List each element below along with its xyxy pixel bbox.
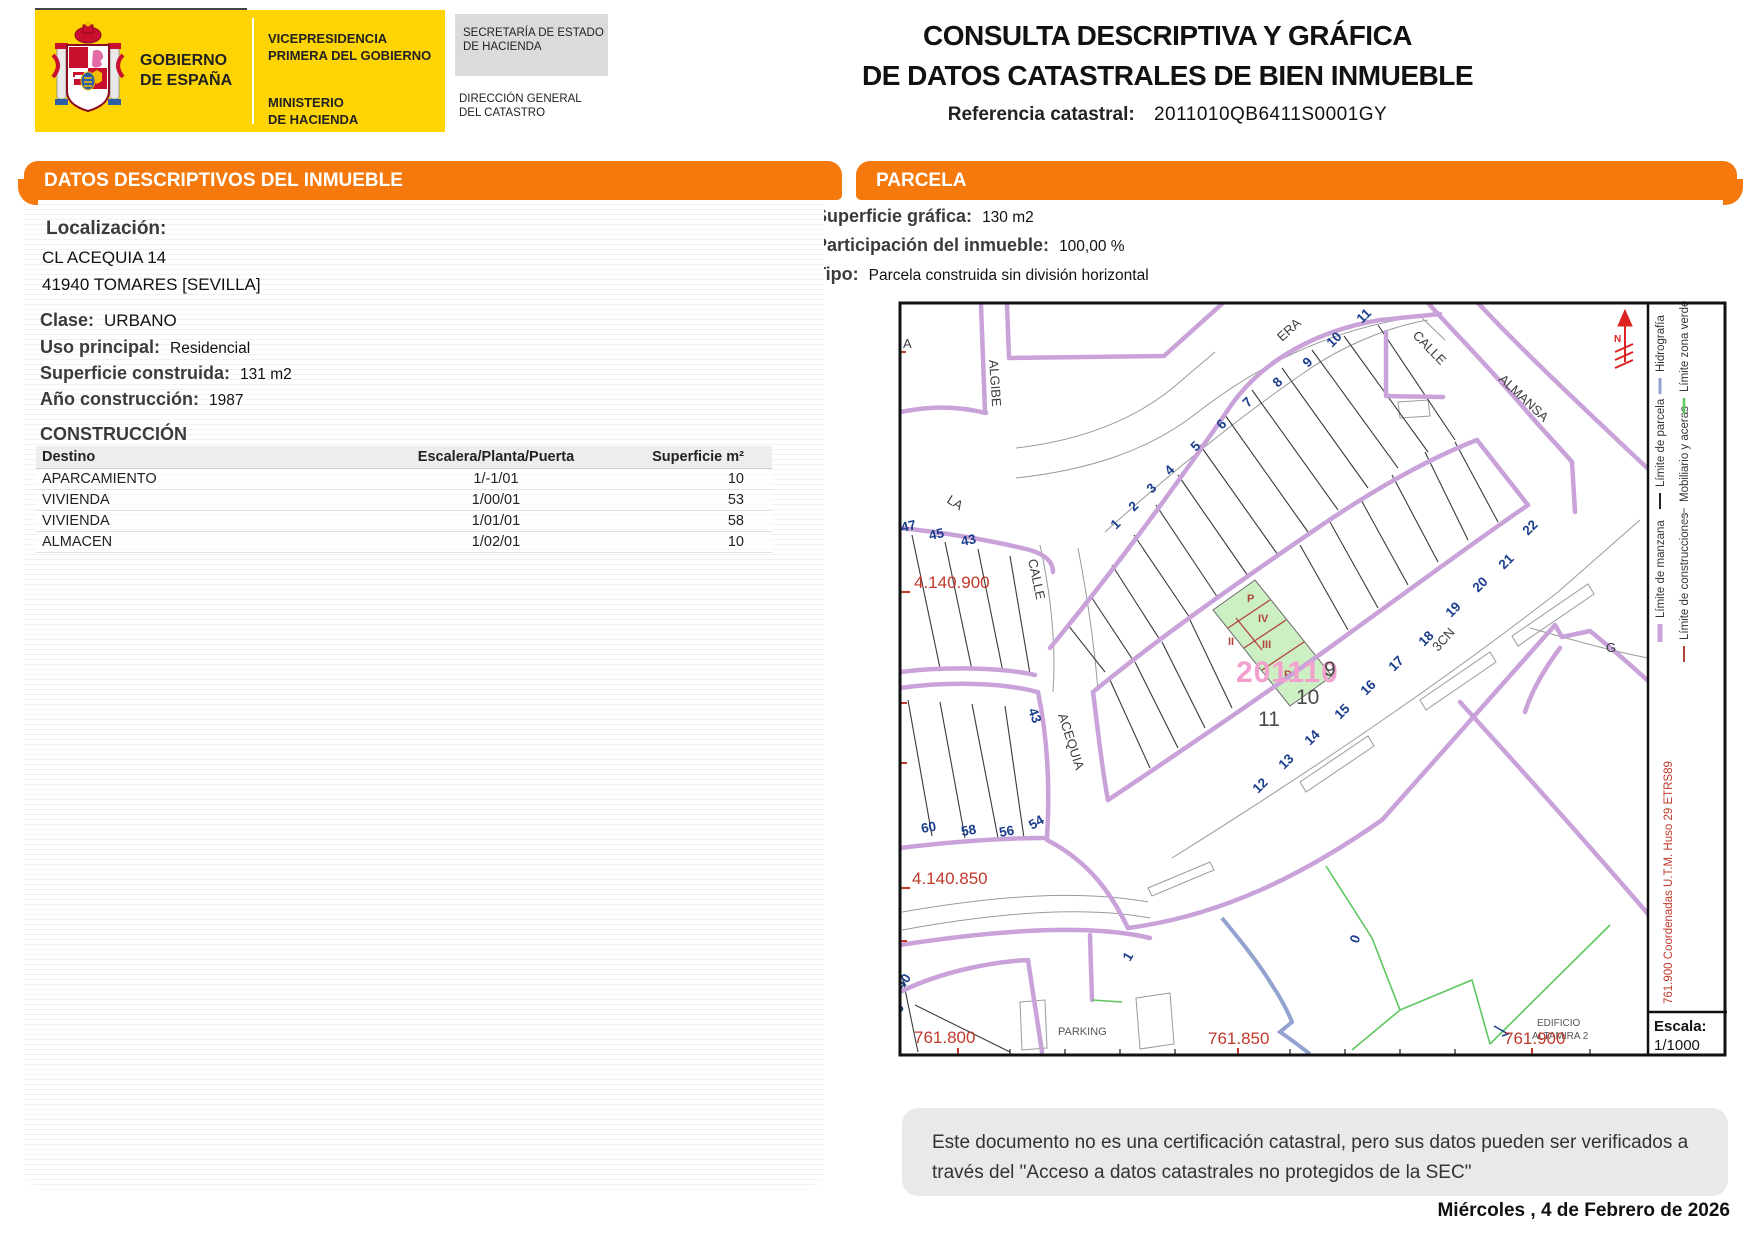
part-label: Participación del inmueble: — [815, 235, 1049, 256]
cadastral-reference: Referencia catastral: 2011010QB6411S0001… — [855, 104, 1480, 126]
col-superficie: Superficie m² — [610, 446, 772, 469]
government-banner: GOBIERNO DE ESPAÑA VICEPRESIDENCIA PRIME… — [35, 10, 445, 132]
disclaimer-text: Este documento no es una certificación c… — [932, 1132, 1688, 1183]
svg-text:N: N — [1614, 334, 1621, 345]
table-row: ALMACEN1/02/0110 — [36, 532, 772, 553]
legend-zona-verde: Límite zona verde — [1679, 301, 1691, 392]
spain-coat-of-arms-icon — [35, 10, 140, 132]
left-section-header: DATOS DESCRIPTIVOS DEL INMUEBLE — [24, 161, 842, 200]
parcela-fields: Superficie gráfica: 130 m2 Participación… — [815, 206, 1515, 293]
clase-label: Clase: — [40, 310, 94, 331]
document-date: Miércoles , 4 de Febrero de 2026 — [1000, 1200, 1730, 1222]
svg-text:9: 9 — [1324, 658, 1336, 681]
construccion-title: CONSTRUCCIÓN — [40, 424, 187, 445]
localizacion-label: Localización: — [46, 218, 166, 240]
svg-text:11: 11 — [1258, 708, 1280, 731]
scale-label: Escala: — [1654, 1018, 1707, 1035]
document-title: CONSULTA DESCRIPTIVA Y GRÁFICA DE DATOS … — [855, 16, 1480, 96]
cadastral-map: P IV II III P — [898, 301, 1729, 1057]
address-line2: 41940 TOMARES [SEVILLA] — [42, 275, 261, 295]
table-header-row: Destino Escalera/Planta/Puerta Superfici… — [36, 446, 772, 469]
construction-table: Destino Escalera/Planta/Puerta Superfici… — [36, 446, 772, 553]
anio-value: 1987 — [209, 392, 243, 410]
table-row: VIVIENDA1/00/0153 — [36, 490, 772, 511]
direccion-catastro-label: DIRECCIÓN GENERAL DEL CATASTRO — [459, 92, 582, 120]
scale-value: 1/1000 — [1654, 1037, 1700, 1054]
label-parking: PARKING — [1058, 1026, 1107, 1038]
tipo-value: Parcela construida sin división horizont… — [869, 267, 1149, 285]
legend-limite-manzana: Límite de manzana — [1655, 520, 1667, 618]
uso-label: Uso principal: — [40, 337, 160, 358]
ref-label: Referencia catastral: — [948, 104, 1135, 125]
secretaria-box: SECRETARÍA DE ESTADO DE HACIENDA — [455, 14, 608, 76]
svg-text:4.140.900: 4.140.900 — [914, 573, 990, 592]
svg-text:IV: IV — [1258, 613, 1269, 625]
supg-label: Superficie gráfica: — [815, 206, 972, 227]
part-value: 100,00 % — [1059, 238, 1125, 256]
svg-text:761.800: 761.800 — [914, 1028, 975, 1047]
svg-text:47: 47 — [900, 517, 918, 535]
svg-text:II: II — [1228, 636, 1234, 648]
property-data-panel: Localización: CL ACEQUIA 14 41940 TOMARE… — [24, 200, 824, 1190]
svg-text:761.850: 761.850 — [1208, 1029, 1269, 1048]
vicepresidencia-label: VICEPRESIDENCIA PRIMERA DEL GOBIERNO — [268, 30, 445, 64]
ministerio-label: MINISTERIO DE HACIENDA — [268, 94, 445, 128]
legend-limite-construcciones: Límite de construcciones — [1679, 513, 1691, 640]
ministry-labels: VICEPRESIDENCIA PRIMERA DEL GOBIERNO MIN… — [254, 10, 445, 132]
legend-hidrografia: Hidrografía — [1655, 315, 1667, 372]
address-line1: CL ACEQUIA 14 — [42, 248, 166, 268]
svg-text:P: P — [1247, 593, 1254, 605]
supg-value: 130 m2 — [982, 209, 1034, 227]
clase-value: URBANO — [104, 311, 177, 331]
superficie-label: Superficie construida: — [40, 363, 230, 384]
ref-value: 2011010QB6411S0001GY — [1154, 104, 1387, 125]
svg-text:III: III — [1262, 639, 1271, 651]
legend-limite-parcela: Límite de parcela — [1655, 398, 1667, 487]
svg-text:58: 58 — [960, 821, 978, 838]
svg-text:10: 10 — [1296, 686, 1319, 709]
svg-text:60: 60 — [920, 819, 937, 836]
legend-utm-note: 761.900 Coordenadas U.T.M. Huso 29 ETRS8… — [1663, 761, 1675, 1004]
construction-table-body: APARCAMIENTO1/-1/0110VIVIENDA1/00/0153VI… — [36, 469, 772, 553]
table-row: VIVIENDA1/01/0158 — [36, 511, 772, 532]
legend-mobiliario: Mobiliario y aceras — [1679, 406, 1691, 502]
anio-label: Año construcción: — [40, 389, 199, 410]
uso-value: Residencial — [170, 340, 250, 358]
col-escalera: Escalera/Planta/Puerta — [382, 446, 610, 469]
disclaimer-box: Este documento no es una certificación c… — [902, 1108, 1728, 1196]
svg-text:4.140.850: 4.140.850 — [912, 869, 988, 888]
svg-text:761.900: 761.900 — [1504, 1029, 1565, 1048]
label-a: A — [903, 336, 912, 351]
gobierno-espana-label: GOBIERNO DE ESPAÑA — [140, 10, 252, 132]
label-g: G — [1606, 640, 1616, 655]
superficie-value: 131 m2 — [240, 366, 292, 384]
svg-text:56: 56 — [998, 822, 1016, 839]
table-row: APARCAMIENTO1/-1/0110 — [36, 469, 772, 490]
label-edificio: EDIFICIO — [1537, 1018, 1581, 1029]
col-destino: Destino — [36, 446, 382, 469]
right-section-header: PARCELA — [856, 161, 1737, 200]
